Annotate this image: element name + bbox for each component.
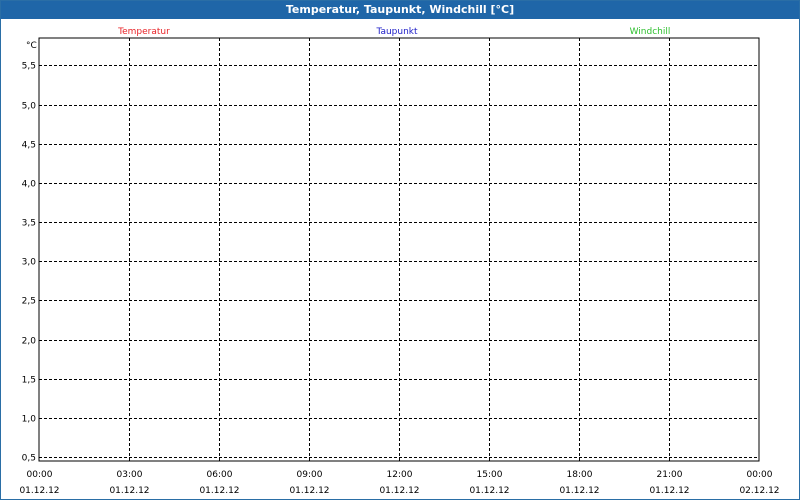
y-tick-label: 3,0 [22,258,37,268]
y-tick-label: 2,0 [22,337,37,347]
x-tick-time: 18:00 [567,470,593,480]
y-tick-label: 2,5 [22,297,36,307]
y-tick-label: 5,5 [22,62,36,72]
y-tick-label: 4,5 [22,141,36,151]
x-tick-date: 02.12.12 [739,486,779,496]
x-tick-date: 01.12.12 [19,486,59,496]
legend-item-windchill: Windchill [630,27,671,37]
y-axis-label: °C [26,41,37,51]
y-tick-label: 5,0 [22,102,37,112]
y-axis-ticks: 0,5 1,0 1,5 2,0 2,5 3,0 3,5 4,0 4,5 5,0 5,5 [22,62,37,464]
x-tick-date: 01.12.12 [649,486,689,496]
x-tick-date: 01.12.12 [109,486,149,496]
legend: Temperatur Taupunkt Windchill [117,27,670,37]
grid [39,38,759,461]
x-tick-time: 15:00 [477,470,503,480]
x-tick-time: 00:00 [27,470,53,480]
x-tick-time: 21:00 [657,470,683,480]
x-tick-time: 03:00 [117,470,143,480]
x-tick-date: 01.12.12 [469,486,509,496]
y-tick-label: 1,5 [22,376,36,386]
y-tick-label: 4,0 [22,180,37,190]
x-tick-time: 12:00 [387,470,413,480]
x-axis-ticks: 00:00 01.12.12 03:00 01.12.12 06:00 01.12.12 0… [19,470,779,496]
y-tick-label: 0,5 [22,454,36,464]
x-tick-time: 06:00 [207,470,233,480]
x-tick-time: 00:00 [747,470,773,480]
x-tick-date: 01.12.12 [379,486,419,496]
legend-item-taupunkt: Taupunkt [375,27,418,37]
x-tick-date: 01.12.12 [559,486,599,496]
y-tick-label: 3,5 [22,219,36,229]
x-tick-date: 01.12.12 [289,486,329,496]
chart-canvas: °C Temperatur Taupunkt Windchill 0,5 1,0 1,5… [19,27,779,496]
x-tick-time: 09:00 [297,470,323,480]
y-tick-label: 1,0 [22,415,37,425]
x-tick-date: 01.12.12 [199,486,239,496]
legend-item-temperatur: Temperatur [117,27,170,37]
